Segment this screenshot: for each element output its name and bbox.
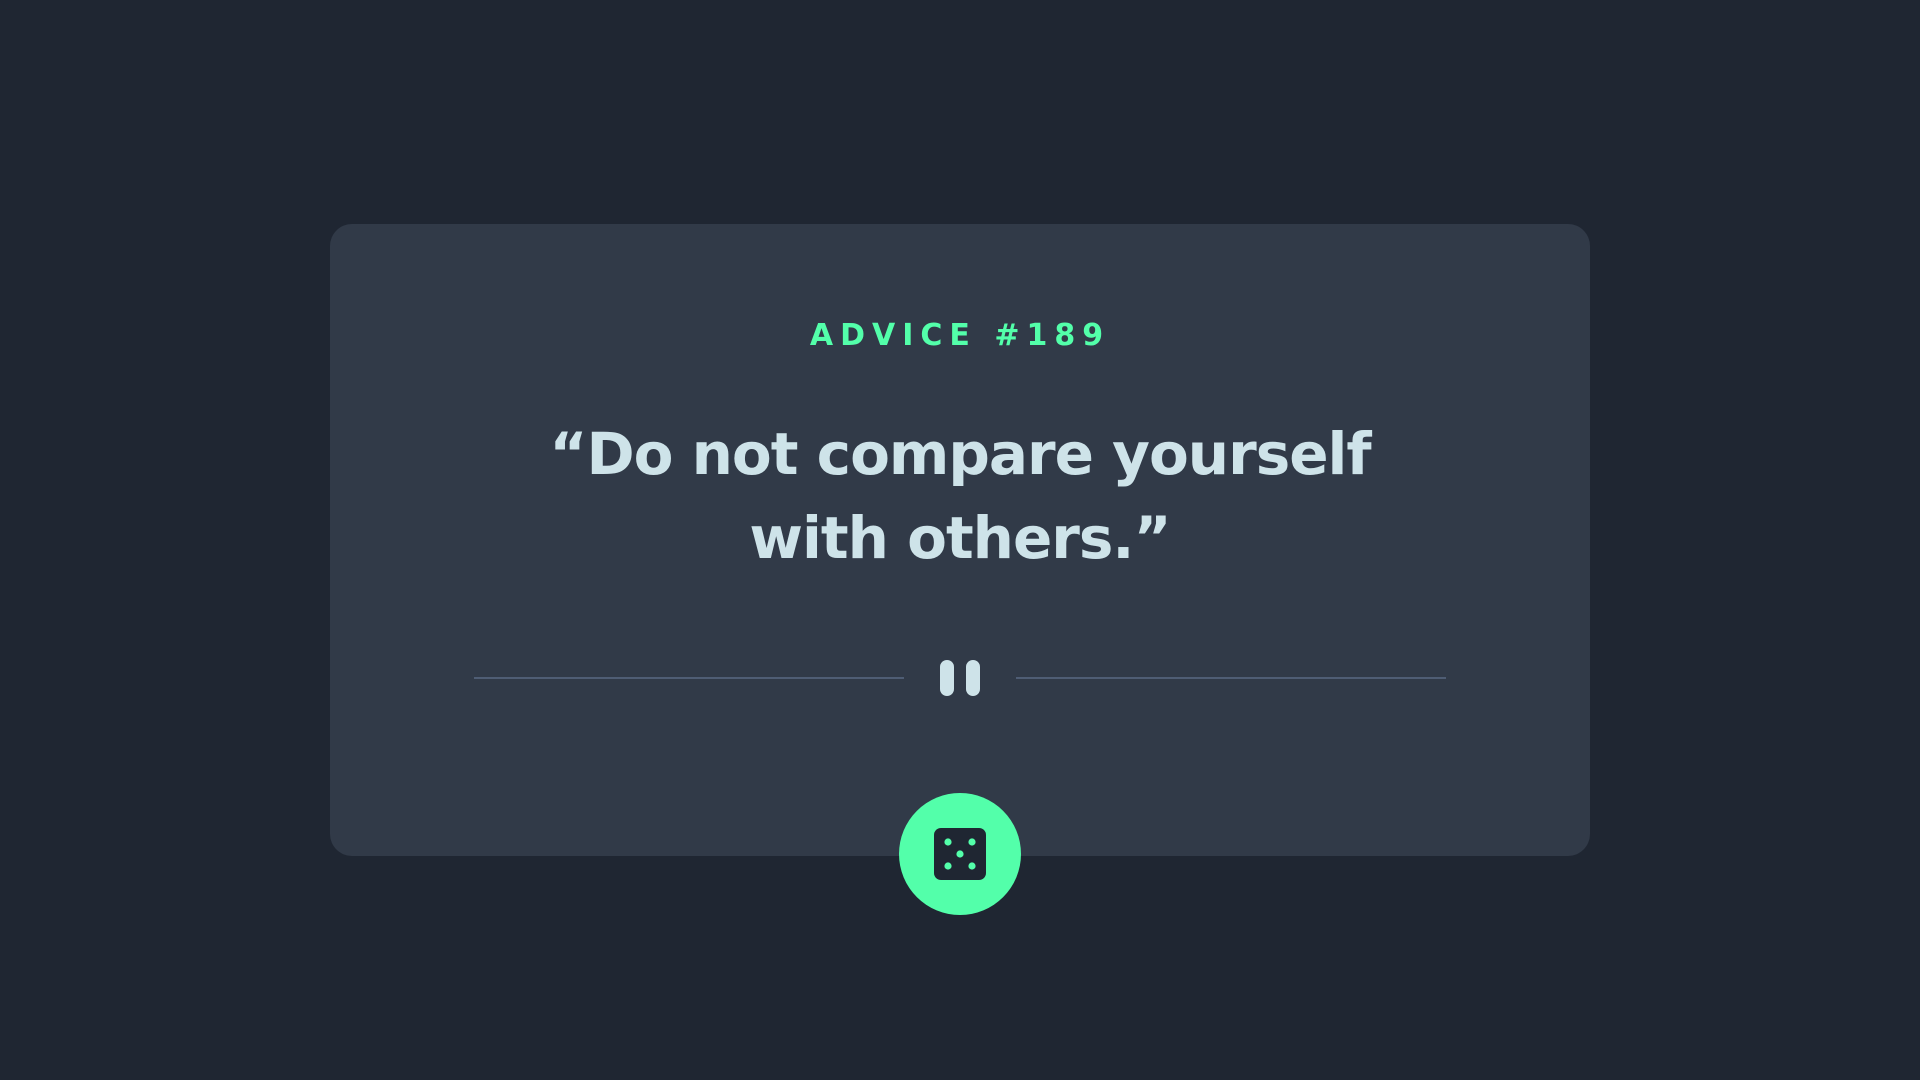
page-background: ADVICE #189 “Do not compare yourself wit…	[0, 0, 1920, 1080]
divider	[474, 658, 1446, 698]
dice-icon	[934, 828, 986, 880]
pause-icon	[938, 658, 982, 698]
divider-line-left	[474, 677, 904, 679]
advice-quote: “Do not compare yourself with others.”	[549, 420, 1371, 572]
pause-bar-right	[966, 660, 980, 696]
new-advice-button[interactable]	[899, 793, 1021, 915]
advice-number: ADVICE #189	[809, 318, 1111, 353]
pause-bar-left	[940, 660, 954, 696]
advice-card: ADVICE #189 “Do not compare yourself wit…	[330, 224, 1590, 856]
divider-line-right	[1016, 677, 1446, 679]
